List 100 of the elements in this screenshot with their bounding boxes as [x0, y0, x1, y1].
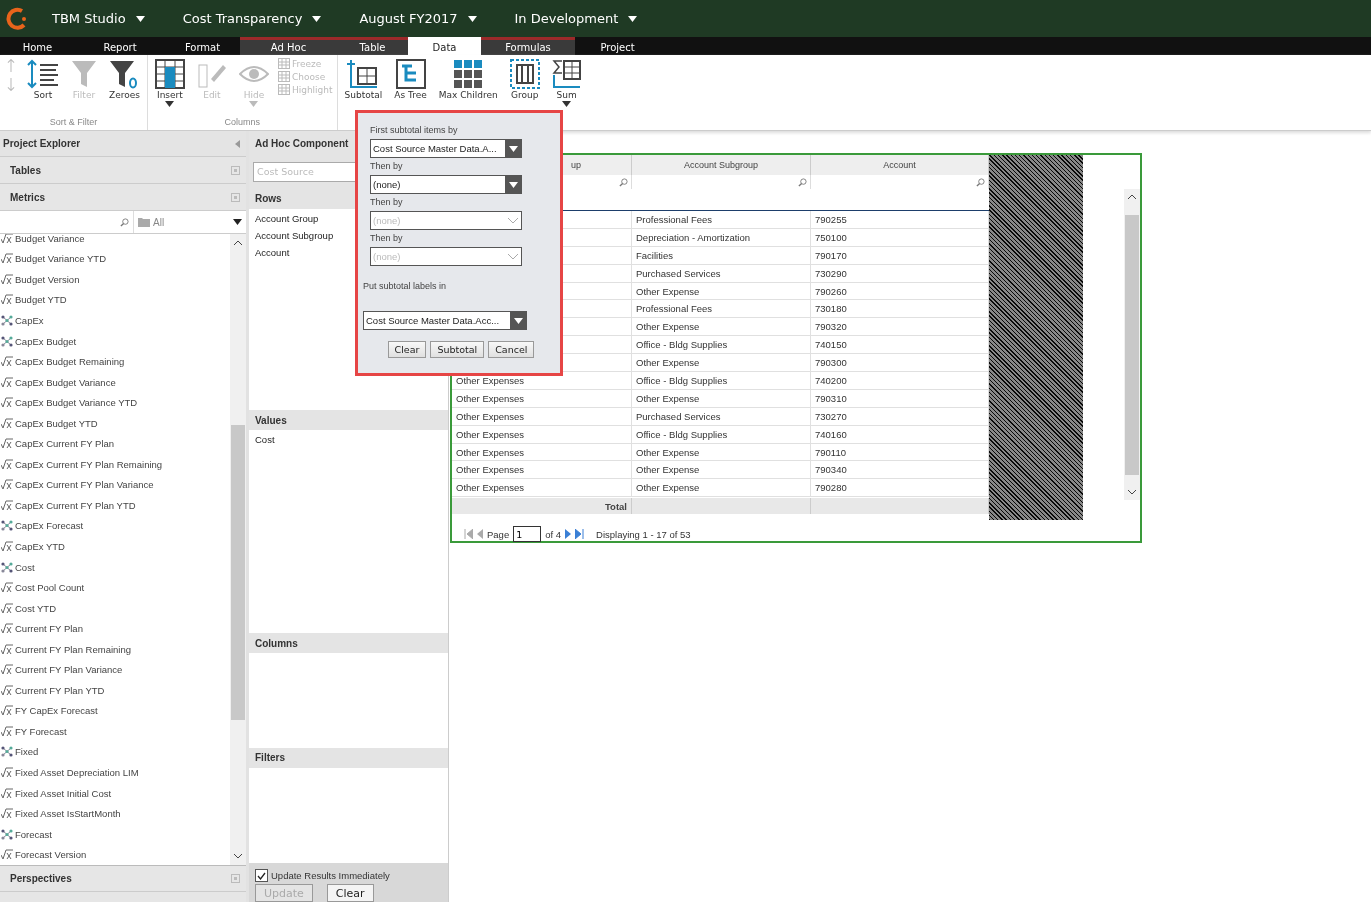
table-cell: Other Expenses — [452, 407, 632, 425]
metric-item[interactable]: Current FY Plan Variance — [0, 659, 230, 681]
dialog-button[interactable]: Subtotal — [430, 341, 485, 358]
metric-item[interactable]: Cost — [0, 556, 230, 578]
context-menu[interactable]: Cost Transparency — [158, 11, 336, 26]
ribbon-button[interactable]: Group — [506, 57, 543, 102]
metric-item[interactable]: FY CapEx Forecast — [0, 700, 230, 722]
formula-icon — [1, 849, 13, 861]
table-cell: Office - Bldg Supplies — [632, 336, 811, 354]
metric-item[interactable]: Budget YTD — [0, 289, 230, 311]
ribbon-button[interactable]: Sum — [548, 57, 585, 109]
metric-item[interactable]: Current FY Plan — [0, 618, 230, 639]
formula-icon — [1, 808, 13, 820]
metric-item[interactable]: Budget Variance — [0, 234, 230, 249]
action-button[interactable]: Clear — [326, 884, 374, 902]
metric-item[interactable]: Budget Version — [0, 269, 230, 290]
formula-icon — [1, 417, 13, 429]
metric-item[interactable]: CapEx Budget Variance — [0, 371, 230, 393]
dialog-label: First subtotal items by — [370, 124, 459, 137]
metric-item[interactable]: Current FY Plan YTD — [0, 680, 230, 701]
metric-item[interactable]: Fixed Asset Depreciation LIM — [0, 762, 230, 783]
metric-item[interactable]: CapEx YTD — [0, 536, 230, 557]
chevron-down-icon — [508, 217, 518, 224]
section-header[interactable]: Perspectives — [0, 865, 246, 892]
metric-item[interactable]: Fixed — [0, 741, 230, 763]
chevron-down-icon — [1128, 490, 1137, 495]
first-page-button[interactable] — [464, 529, 473, 539]
metric-item[interactable]: CapEx — [0, 310, 230, 331]
ribbon-button[interactable]: As Tree — [391, 57, 430, 102]
caret-icon — [508, 181, 518, 188]
ribbon-button[interactable]: Sort — [24, 57, 62, 102]
ribbon-tab[interactable]: Table — [337, 37, 408, 55]
metric-item[interactable]: CapEx Current FY Plan YTD — [0, 495, 230, 516]
last-page-button[interactable] — [575, 529, 585, 539]
metric-item[interactable]: CapEx Budget Variance YTD — [0, 392, 230, 413]
formula-icon — [1, 234, 13, 244]
checkbox[interactable] — [255, 869, 268, 883]
previous-icon — [477, 529, 483, 539]
metric-item[interactable]: CapEx Current FY Plan — [0, 433, 230, 454]
metric-item[interactable]: CapEx Budget — [0, 330, 230, 352]
metric-item[interactable]: Forecast — [0, 823, 230, 845]
formula-icon — [1, 376, 13, 388]
scrollbar[interactable] — [230, 234, 246, 865]
metric-item[interactable]: Forecast Version — [0, 844, 230, 865]
section-header[interactable]: Tables — [0, 157, 246, 184]
ribbon-button[interactable]: Subtotal — [341, 57, 386, 102]
folder-dropdown[interactable]: All — [134, 211, 246, 233]
table-cell: Facilities — [632, 246, 811, 264]
table-insert-icon — [154, 59, 185, 89]
molecule-icon — [1, 746, 13, 758]
table-icon — [277, 71, 290, 82]
section-title: Values — [255, 414, 287, 426]
section-header[interactable]: Metrics — [0, 184, 246, 211]
dialog-button[interactable]: Cancel — [488, 341, 535, 358]
value-field[interactable]: Cost — [255, 434, 442, 446]
molecule-icon — [1, 335, 13, 347]
ribbon-tab[interactable]: Formulas — [481, 37, 575, 55]
table-cell: Other Expense — [632, 389, 811, 407]
next-page-button[interactable] — [565, 529, 572, 539]
metric-item[interactable]: Fixed Asset IsStartMonth — [0, 803, 230, 824]
metric-item[interactable]: Fixed Asset Initial Cost — [0, 782, 230, 804]
select-field[interactable]: Cost Source Master Data.A... — [370, 139, 522, 158]
ribbon-button[interactable]: Insert — [151, 57, 188, 109]
sort-order-icon — [7, 59, 15, 91]
page-field[interactable]: 1 — [513, 526, 542, 542]
formula-icon — [1, 725, 13, 737]
metric-item[interactable]: Current FY Plan Remaining — [0, 638, 230, 660]
context-menu[interactable]: TBM Studio — [28, 11, 159, 26]
table-cell: Other Expense — [632, 443, 811, 461]
metric-item[interactable]: CapEx Current FY Plan Remaining — [0, 454, 230, 475]
select-field[interactable]: Cost Source Master Data.Acc... — [363, 311, 527, 330]
sort-icon — [27, 59, 59, 89]
checkbox-label: Update Results Immediately — [271, 870, 390, 882]
metric-item[interactable]: CapEx Current FY Plan Variance — [0, 474, 230, 496]
previous-page-button[interactable] — [477, 529, 483, 539]
ribbon-tab[interactable]: Ad Hoc — [240, 37, 337, 55]
metric-item[interactable]: CapEx Budget YTD — [0, 412, 230, 434]
group-icon — [509, 59, 540, 89]
page-count: of 4 — [545, 528, 562, 540]
formula-icon — [1, 458, 13, 470]
metric-item[interactable]: Cost Pool Count — [0, 577, 230, 598]
scrollbar[interactable] — [1124, 189, 1140, 500]
metric-item[interactable]: CapEx Forecast — [0, 515, 230, 537]
metric-item[interactable]: FY Forecast — [0, 721, 230, 742]
select-field[interactable]: (none) — [370, 175, 522, 194]
metric-item[interactable]: Cost YTD — [0, 597, 230, 619]
metric-item[interactable]: Budget Variance YTD — [0, 248, 230, 270]
dialog-button[interactable]: Clear — [387, 341, 427, 358]
metric-item[interactable]: CapEx Budget Remaining — [0, 351, 230, 372]
context-menu[interactable]: In Development — [490, 11, 652, 26]
table-cell: Other Expense — [632, 282, 811, 300]
collapse-icon[interactable] — [235, 139, 240, 148]
ribbon-button[interactable]: Zeroes — [106, 57, 143, 102]
ribbon-button[interactable]: Max Children — [435, 57, 501, 102]
table-cell: Other Expenses — [452, 443, 632, 461]
formula-icon — [1, 273, 13, 285]
ribbon-tab[interactable]: Data — [408, 37, 481, 55]
context-menu[interactable]: August FY2017 — [335, 11, 491, 26]
dialog-label: Then by — [370, 196, 404, 209]
column-header[interactable]: Account Subgroup — [632, 155, 811, 175]
